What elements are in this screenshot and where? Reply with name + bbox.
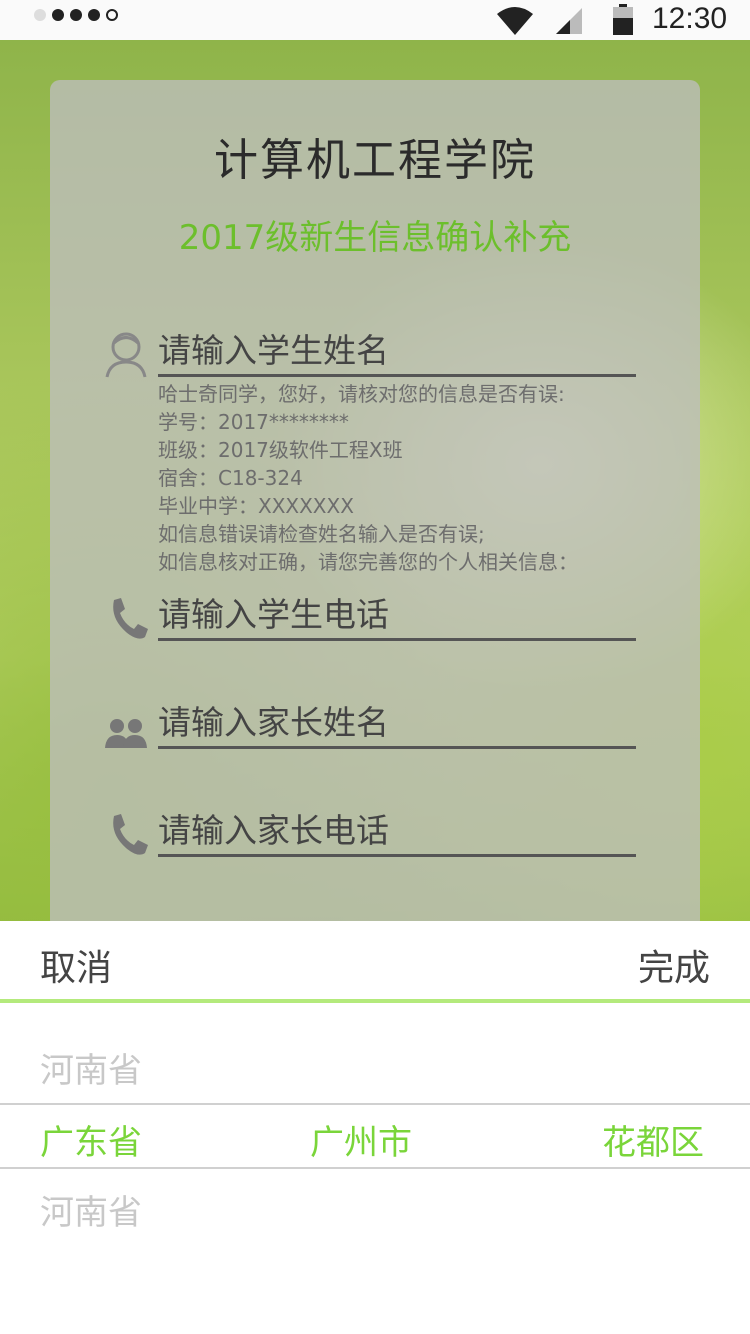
phone-icon	[113, 598, 148, 639]
info-line: 如信息核对正确，请您完善您的个人相关信息：	[158, 550, 578, 574]
parent-phone-input[interactable]	[158, 806, 636, 857]
status-bar: 12:30	[0, 0, 750, 40]
info-line: 宿舍：C18-324	[158, 466, 303, 490]
phone-icon	[113, 814, 148, 855]
info-line: 毕业中学：XXXXXXX	[158, 494, 354, 518]
cellular-icon	[556, 8, 582, 34]
wifi-icon	[497, 7, 533, 35]
form-subtitle: 2017级新生信息确认补充	[178, 218, 572, 258]
province-option[interactable]: 河南省	[40, 1043, 142, 1092]
signal-dot	[34, 9, 46, 21]
signal-dot	[52, 9, 64, 21]
person-icon	[105, 332, 147, 378]
done-button[interactable]: 完成	[638, 939, 710, 991]
info-line: 学号：2017********	[158, 410, 349, 434]
clock: 12:30	[652, 2, 728, 35]
cancel-button[interactable]: 取消	[40, 939, 112, 991]
selected-city[interactable]: 广州市	[310, 1115, 412, 1164]
info-line: 哈士奇同学，您好，请核对您的信息是否有误:	[158, 382, 565, 406]
student-phone-input[interactable]	[158, 590, 636, 641]
selected-province[interactable]: 广东省	[40, 1115, 142, 1164]
student-info-block: 哈士奇同学，您好，请核对您的信息是否有误: 学号：2017******** 班级…	[158, 380, 638, 576]
picker-toolbar: 取消 完成	[0, 921, 750, 1003]
parent-phone-field	[104, 806, 636, 860]
picker-row-below[interactable]: 河南省	[0, 1179, 750, 1241]
parent-name-input[interactable]	[158, 698, 636, 749]
battery-icon	[613, 4, 633, 35]
college-title: 计算机工程学院	[214, 135, 536, 186]
picker-selected-row: 广东省 广州市 花都区	[0, 1103, 750, 1169]
parent-name-field	[104, 698, 636, 752]
picker-row-above[interactable]: 河南省	[0, 1039, 750, 1101]
signal-dot	[70, 9, 82, 21]
region-picker-sheet: 取消 完成 河南省 广东省 广州市 花都区 河南省	[0, 921, 750, 1334]
signal-strength-dots	[34, 9, 118, 21]
student-name-field	[104, 326, 636, 380]
people-icon	[105, 719, 147, 748]
student-phone-field	[104, 590, 636, 644]
info-line: 如信息错误请检查姓名输入是否有误;	[158, 522, 485, 546]
signal-dot	[88, 9, 100, 21]
student-name-input[interactable]	[158, 326, 636, 377]
signal-dot	[106, 9, 118, 21]
province-option[interactable]: 河南省	[40, 1185, 142, 1234]
info-line: 班级：2017级软件工程X班	[158, 438, 403, 462]
selected-district[interactable]: 花都区	[602, 1115, 704, 1164]
